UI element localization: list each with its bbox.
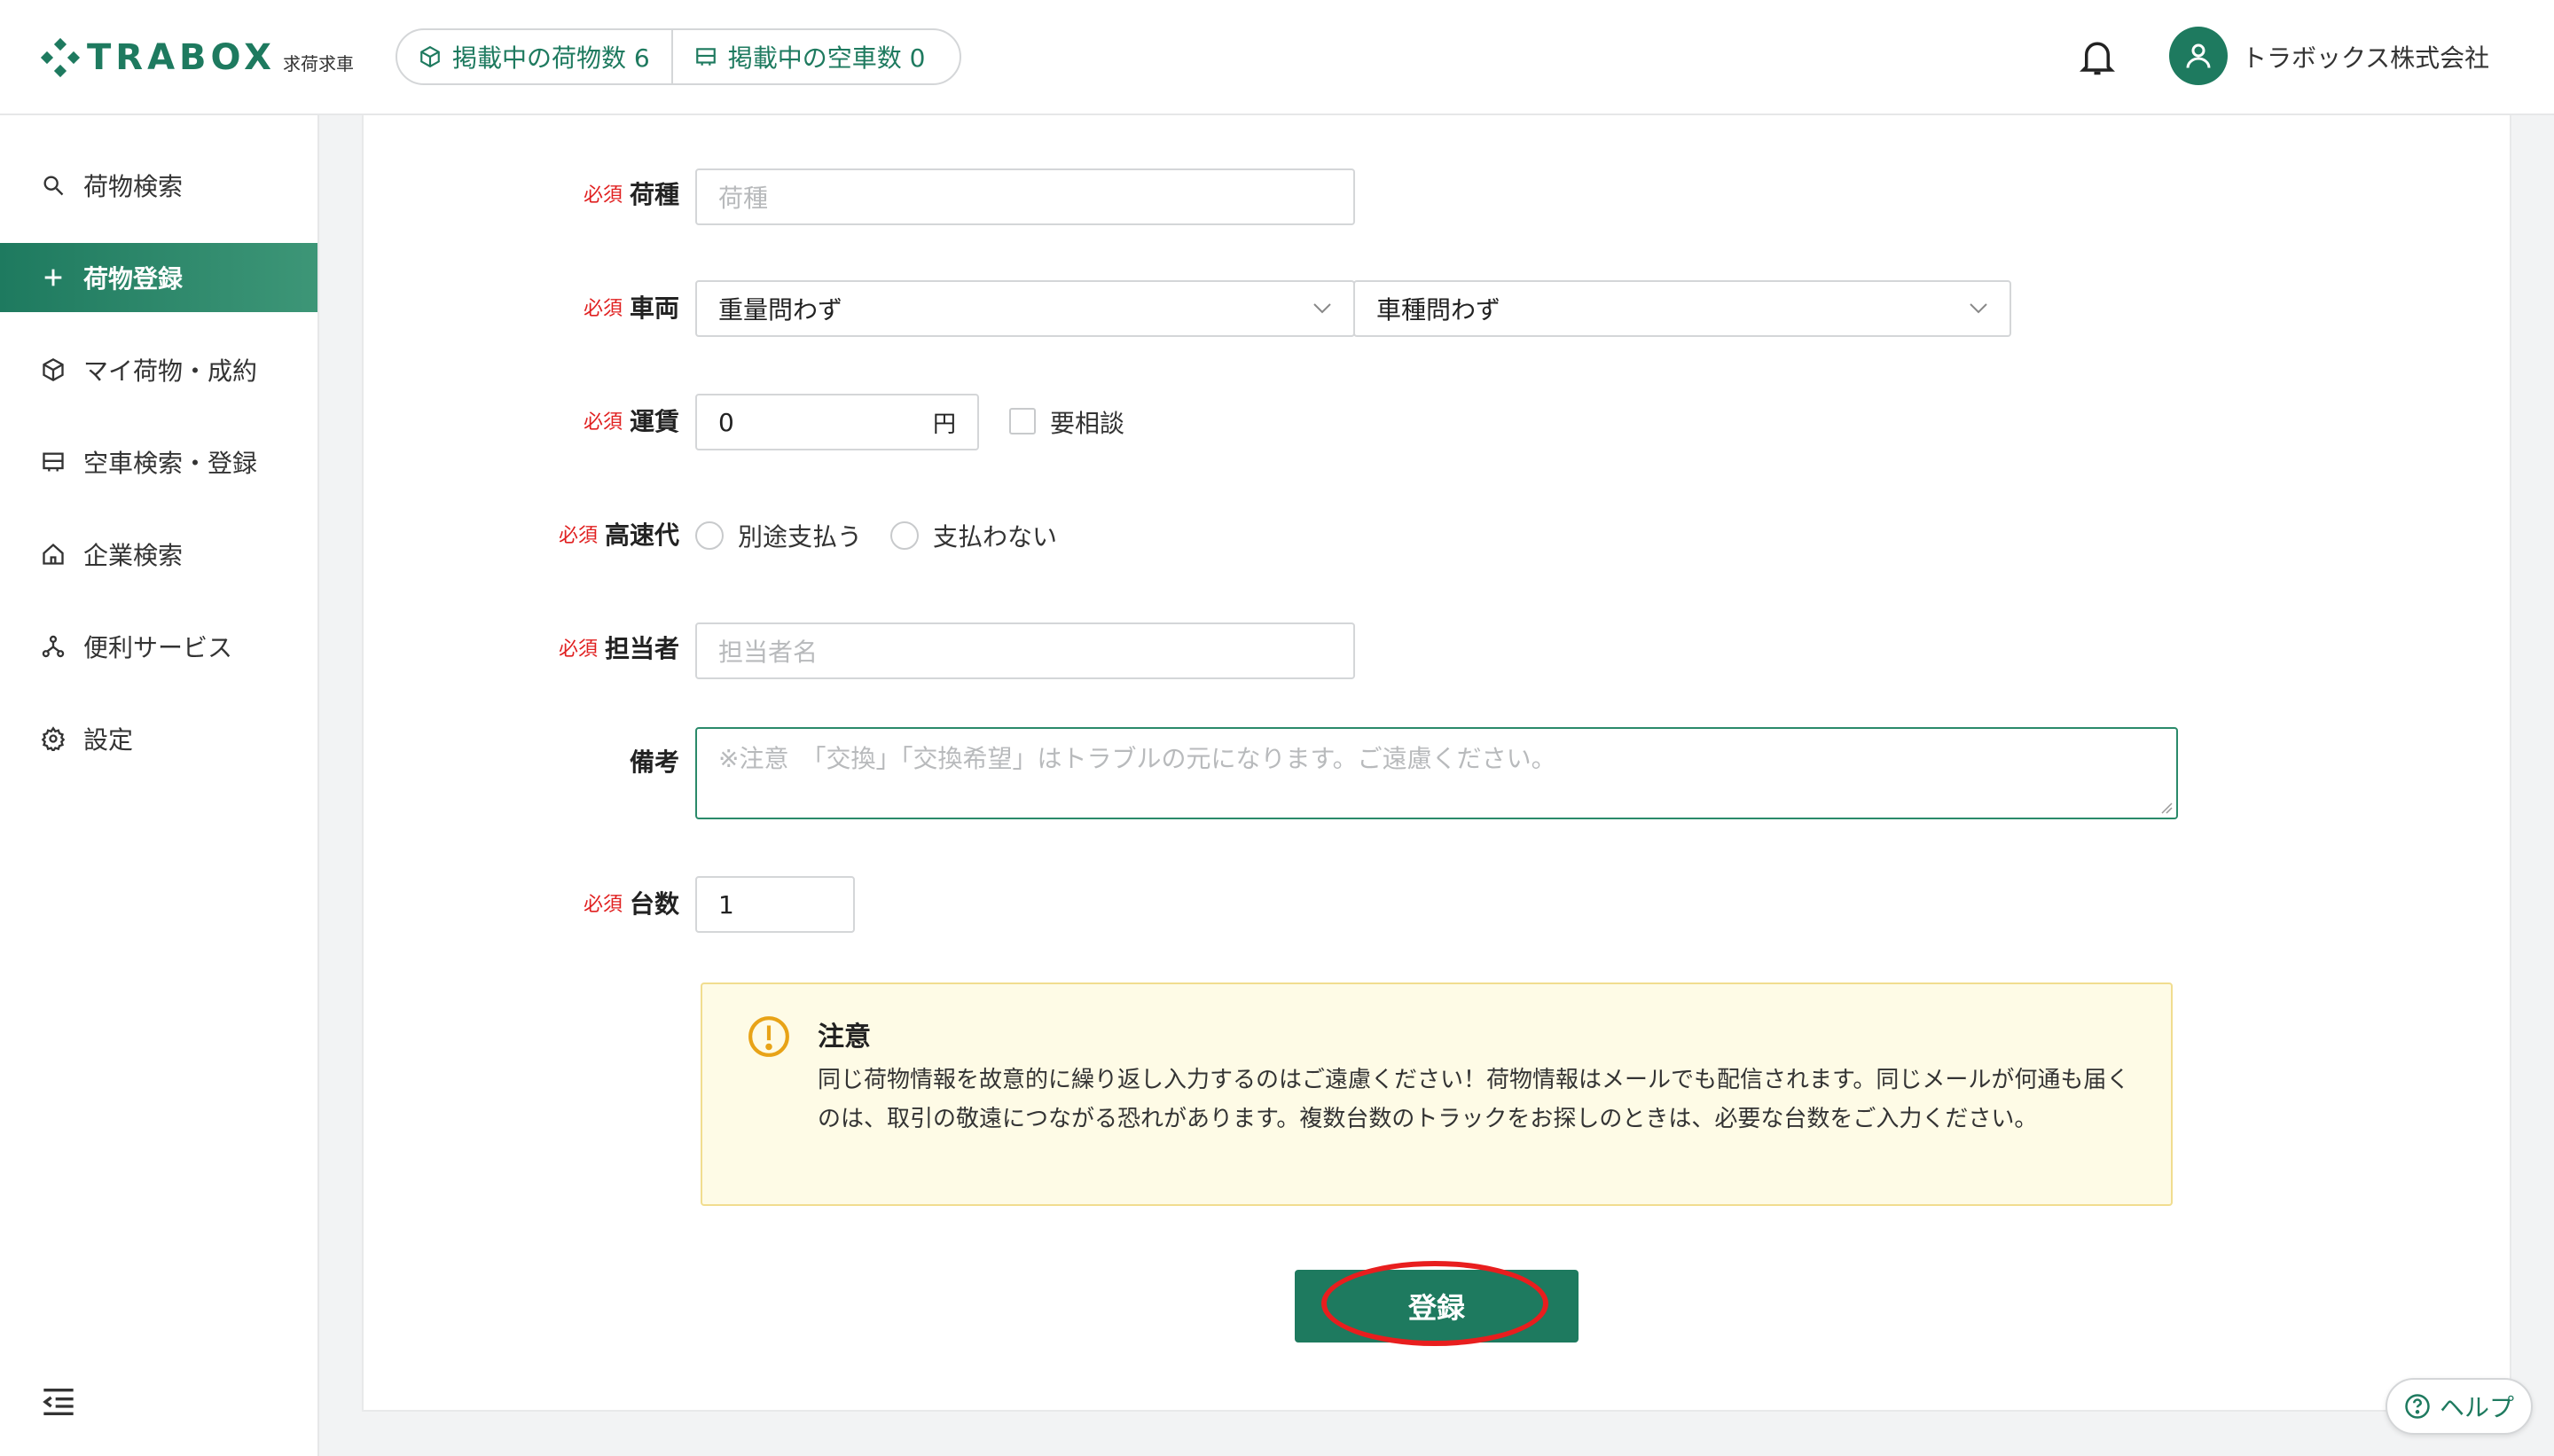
register-button[interactable]: 登録 [1295, 1270, 1579, 1342]
count-input[interactable]: 1 [695, 876, 855, 933]
sidebar-item-cargo-search[interactable]: 荷物検索 [0, 151, 317, 220]
logo-mark-icon [40, 37, 81, 78]
sidebar-item-label: 企業検索 [83, 541, 184, 570]
help-button[interactable]: ヘルプ [2386, 1378, 2533, 1435]
duplicate-warning-notice: 注意 同じ荷物情報を故意的に繰り返し入力するのはご遠慮ください！荷物情報はメール… [701, 982, 2173, 1206]
help-label: ヘルプ [2439, 1393, 2514, 1422]
sidebar-item-cargo-register[interactable]: 荷物登録 [0, 243, 317, 312]
required-badge: 必須 [583, 298, 623, 320]
search-icon [43, 176, 64, 196]
collapse-sidebar-icon[interactable] [41, 1387, 76, 1417]
contact-input[interactable]: 担当者名 [695, 622, 1355, 679]
remarks-label: 備考 [497, 743, 679, 779]
required-badge: 必須 [558, 525, 598, 547]
contact-placeholder: 担当者名 [718, 638, 819, 667]
fare-label: 必須 運賃 [497, 403, 679, 438]
sidebar-item-label: 荷物登録 [83, 264, 184, 294]
sidebar: 荷物検索 荷物登録 マイ荷物・成約 空車検索・登録 企業検索 便利サービス 設定 [0, 115, 319, 1456]
truck-icon [43, 452, 64, 472]
count-value: 1 [718, 889, 734, 920]
consult-checkbox-label: 要相談 [1050, 409, 1125, 438]
highway-label-text: 高速代 [604, 521, 679, 550]
vehicle-label: 必須 車両 [497, 289, 679, 325]
remarks-placeholder: ※注意 「交換」「交換希望」はトラブルの元になります。ご遠慮ください。 [718, 744, 1556, 773]
remarks-textarea[interactable]: ※注意 「交換」「交換希望」はトラブルの元になります。ご遠慮ください。 [695, 727, 2178, 819]
resize-handle-icon[interactable] [2160, 802, 2173, 814]
vehicle-type-select[interactable]: 車種問わず [1353, 280, 2011, 337]
sidebar-item-settings[interactable]: 設定 [0, 704, 317, 773]
vehicle-weight-value: 重量問わず [718, 295, 843, 325]
required-badge: 必須 [583, 411, 623, 434]
vehicle-label-text: 車両 [629, 294, 679, 323]
highway-none-label: 支払わない [933, 522, 1058, 552]
chevron-down-icon [1313, 303, 1331, 314]
contact-label-text: 担当者 [604, 634, 679, 663]
highway-separate-radio[interactable] [695, 521, 724, 550]
user-icon [2186, 43, 2211, 68]
highway-none-radio[interactable] [890, 521, 919, 550]
consult-checkbox[interactable] [1009, 408, 1036, 434]
listing-stats: 掲載中の荷物数 6 掲載中の空車数 0 [396, 28, 961, 85]
remarks-label-text: 備考 [629, 748, 679, 777]
sidebar-item-label: マイ荷物・成約 [83, 356, 258, 386]
fare-value: 0 [718, 407, 734, 437]
logo-subtitle: 求荷求車 [282, 52, 354, 74]
cargo-type-label: 必須 荷種 [497, 176, 679, 211]
cargo-count-link[interactable]: 掲載中の荷物数 6 [397, 30, 671, 83]
fare-input[interactable]: 0 円 [695, 394, 979, 450]
highway-separate-label: 別途支払う [738, 522, 863, 552]
network-icon [42, 635, 65, 658]
sidebar-item-my-cargo[interactable]: マイ荷物・成約 [0, 335, 317, 404]
sidebar-item-company-search[interactable]: 企業検索 [0, 520, 317, 589]
vacancy-count-link[interactable]: 掲載中の空車数 0 [670, 30, 947, 83]
cargo-type-placeholder: 荷種 [718, 184, 769, 213]
notice-body: 同じ荷物情報を故意的に繰り返し入力するのはご遠慮ください！荷物情報はメールでも配… [818, 1067, 2130, 1132]
count-label-text: 台数 [629, 889, 679, 919]
fare-unit: 円 [932, 411, 956, 438]
vacancy-count-label: 掲載中の空車数 0 [727, 43, 926, 73]
company-name[interactable]: トラボックス株式会社 [2242, 39, 2489, 74]
logo-text: TRABOX [87, 37, 276, 78]
box-icon [420, 45, 440, 68]
exclamation-icon [748, 1016, 789, 1057]
required-badge: 必須 [583, 184, 623, 207]
sidebar-item-label: 便利サービス [83, 633, 233, 662]
fare-label-text: 運賃 [629, 407, 679, 436]
sidebar-item-services[interactable]: 便利サービス [0, 612, 317, 681]
vehicle-weight-select[interactable]: 重量問わず [695, 280, 1355, 337]
bell-icon[interactable] [2079, 37, 2116, 78]
truck-icon [695, 48, 716, 66]
cargo-type-input[interactable]: 荷種 [695, 168, 1355, 225]
count-label: 必須 台数 [497, 885, 679, 920]
help-icon [2405, 1394, 2430, 1419]
sidebar-item-label: 荷物検索 [83, 172, 184, 201]
sidebar-item-vacancy[interactable]: 空車検索・登録 [0, 427, 317, 497]
sidebar-item-label: 設定 [83, 725, 134, 755]
highway-label: 必須 高速代 [497, 516, 679, 552]
notice-title: 注意 [818, 1022, 871, 1053]
required-badge: 必須 [583, 894, 623, 916]
chevron-down-icon [1970, 303, 1987, 314]
required-badge: 必須 [558, 638, 598, 661]
avatar[interactable] [2169, 27, 2228, 85]
vehicle-type-value: 車種問わず [1376, 295, 1501, 325]
cargo-type-label-text: 荷種 [629, 180, 679, 209]
cargo-count-label: 掲載中の荷物数 6 [452, 43, 650, 73]
gear-icon [41, 726, 66, 751]
trabox-logo[interactable]: TRABOX 求荷求車 [40, 35, 354, 80]
home-icon [43, 543, 64, 565]
plus-icon [44, 269, 62, 286]
box-icon [43, 357, 64, 382]
contact-label: 必須 担当者 [497, 630, 679, 665]
sidebar-item-label: 空車検索・登録 [83, 449, 258, 478]
top-header: TRABOX 求荷求車 掲載中の荷物数 6 掲載中の空車数 0 トラボックス株式… [0, 0, 2554, 115]
